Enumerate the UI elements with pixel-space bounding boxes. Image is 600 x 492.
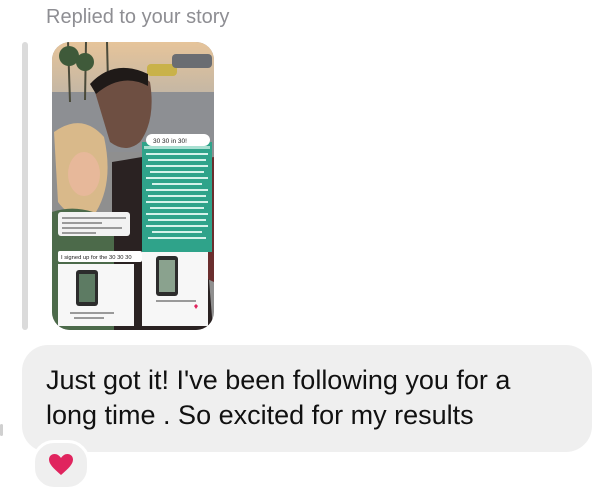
- story-reply-quote-bar: [22, 42, 28, 330]
- story-handle-text: 30 30 in 30!: [153, 138, 187, 145]
- message-line-1: Just got it! I've been following you for…: [46, 365, 511, 395]
- edge-indicator: [0, 424, 3, 436]
- red-heart-icon: [49, 454, 73, 475]
- story-signed-up-text: I signed up for the 30 30 30: [61, 255, 132, 261]
- replied-to-story-label: Replied to your story: [46, 6, 230, 28]
- message-line-2: long time . So excited for my results: [46, 400, 474, 430]
- story-thumbnail[interactable]: 30 30 in 30! I signed up for the 30 30 3…: [52, 42, 214, 330]
- message-bubble[interactable]: Just got it! I've been following you for…: [22, 345, 592, 452]
- reaction-badge[interactable]: [32, 440, 90, 490]
